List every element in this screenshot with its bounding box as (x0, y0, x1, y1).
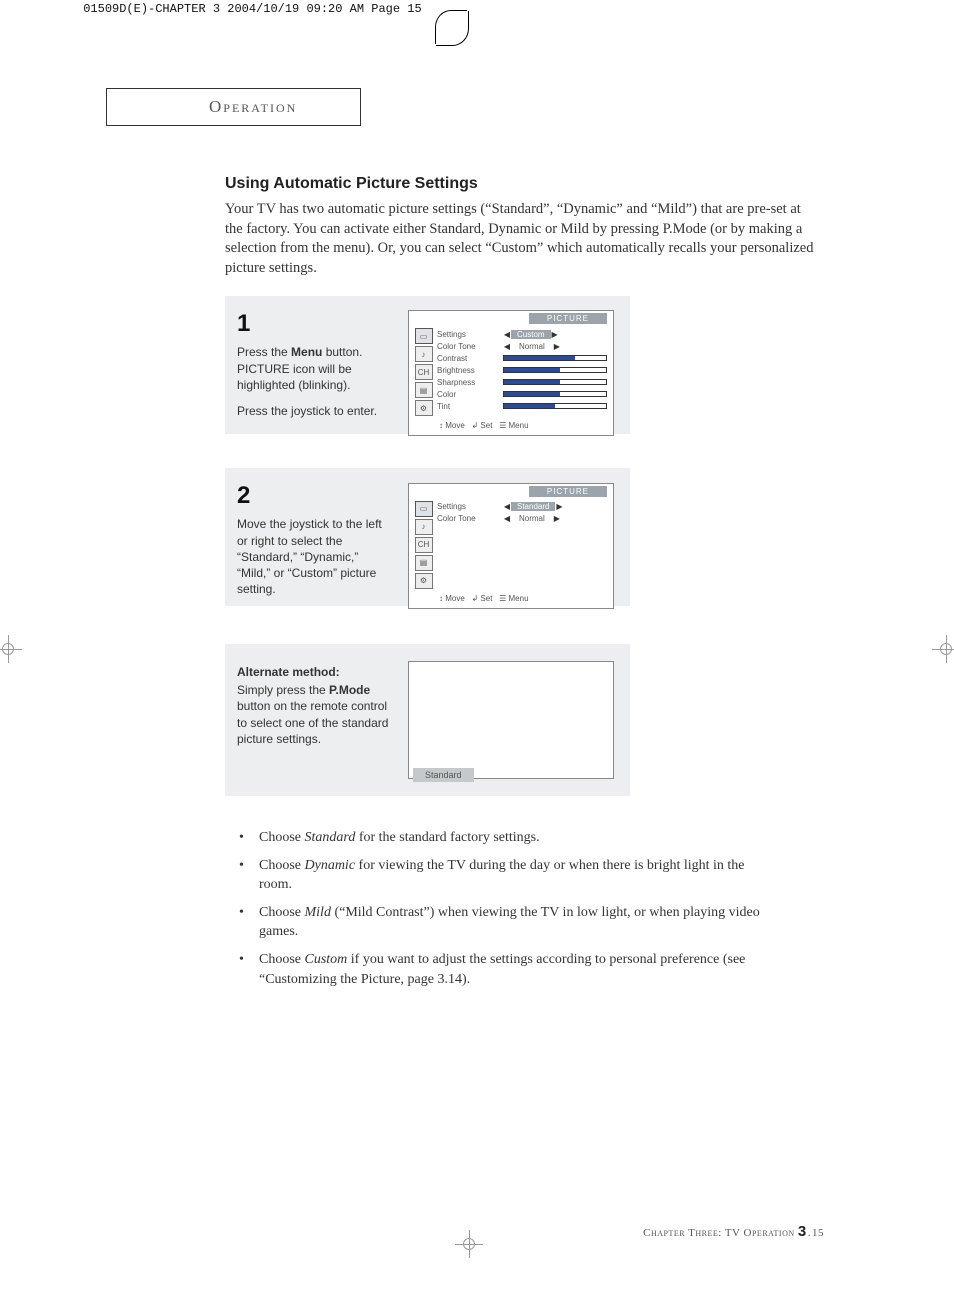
osd-foot-menu: Menu (509, 594, 529, 603)
osd-title: PICTURE (529, 313, 607, 324)
arrow-right-icon: ▶ (551, 330, 559, 339)
print-header-text: 01509D(E)-CHAPTER 3 2004/10/19 09:20 AM … (83, 2, 421, 16)
standard-chip: Standard (413, 768, 474, 782)
osd-sharpness-label: Sharpness (437, 378, 503, 387)
osd-foot-move: Move (445, 421, 465, 430)
alt-text-c: button on the remote control to select o… (237, 699, 388, 745)
bullet-dynamic: Choose Dynamic for viewing the TV during… (225, 856, 780, 895)
arrow-right-icon: ▶ (555, 502, 563, 511)
alt-text-a: Simply press the (237, 683, 329, 697)
updown-icon: ↕ (439, 421, 443, 430)
alt-pmode-bold: P.Mode (329, 683, 370, 697)
fold-mark (435, 10, 467, 44)
bullet-list: Choose Standard for the standard factory… (225, 828, 780, 997)
arrow-right-icon: ▶ (553, 342, 561, 351)
channel-icon: CH (415, 364, 433, 380)
updown-icon: ↕ (439, 594, 443, 603)
osd-settings-value: Standard (511, 502, 555, 511)
section-title-box: Operation (106, 88, 361, 126)
bullet-mild: Choose Mild (“Mild Contrast”) when viewi… (225, 903, 780, 942)
osd-tint-label: Tint (437, 402, 503, 411)
channel-icon: CH (415, 537, 433, 553)
step-2-number: 2 (237, 480, 390, 512)
step-2-card: 2 Move the joystick to the left or right… (225, 468, 630, 606)
page-footer: Chapter Three: TV Operation 3.15 (643, 1223, 824, 1240)
picture-icon: ▭ (415, 328, 433, 344)
step2-text: Move the joystick to the left or right t… (237, 516, 390, 597)
footer-page-minor: 15 (812, 1227, 824, 1239)
arrow-left-icon: ◀ (503, 502, 511, 511)
step-1-text: 1 Press the Menu button. PICTURE icon wi… (225, 296, 400, 450)
b4a: Choose (259, 952, 305, 967)
osd-settings-label: Settings (437, 330, 503, 339)
osd-color-label: Color (437, 390, 503, 399)
sound-icon: ♪ (415, 519, 433, 535)
osd-foot-move: Move (445, 594, 465, 603)
alternate-text: Alternate method: Simply press the P.Mod… (225, 644, 400, 796)
osd-footer: ↕ Move ↲ Set ☰ Menu (409, 591, 613, 608)
step1-menu-bold: Menu (291, 345, 322, 359)
footer-dot: . (808, 1227, 811, 1239)
osd-brightness-label: Brightness (437, 366, 503, 375)
sound-icon: ♪ (415, 346, 433, 362)
osd-foot-set: Set (480, 421, 492, 430)
picture-icon: ▭ (415, 501, 433, 517)
menu-icon: ☰ (499, 594, 506, 603)
osd-title: PICTURE (529, 486, 607, 497)
registration-mark-bottom (455, 1230, 483, 1258)
step-1-number: 1 (237, 308, 390, 340)
step1-text-a: Press the (237, 345, 291, 359)
step-2-text: 2 Move the joystick to the left or right… (225, 468, 400, 623)
arrow-left-icon: ◀ (503, 342, 511, 351)
alternate-title: Alternate method: (237, 664, 390, 680)
step-1-card: 1 Press the Menu button. PICTURE icon wi… (225, 296, 630, 434)
osd-colortone-label: Color Tone (437, 342, 503, 351)
osd-foot-menu: Menu (509, 421, 529, 430)
osd-settings-value: Custom (511, 330, 551, 339)
registration-mark-left (0, 635, 22, 663)
setup-icon: ⚙ (415, 573, 433, 589)
osd-foot-set: Set (480, 594, 492, 603)
arrow-left-icon: ◀ (503, 330, 511, 339)
osd-colortone-value: Normal (511, 342, 553, 351)
menu-icon: ☰ (499, 421, 506, 430)
osd-icon-column: ▭ ♪ CH ▤ ⚙ (409, 326, 435, 418)
osd-contrast-label: Contrast (437, 354, 503, 363)
page-heading: Using Automatic Picture Settings (225, 175, 785, 193)
section-title: Operation (209, 97, 297, 117)
registration-mark-right (932, 635, 954, 663)
bullet-custom: Choose Custom if you want to adjust the … (225, 950, 780, 989)
function-icon: ▤ (415, 382, 433, 398)
enter-icon: ↲ (471, 594, 478, 603)
enter-icon: ↲ (471, 421, 478, 430)
b4i: Custom (305, 952, 348, 967)
b2a: Choose (259, 858, 305, 873)
footer-label: Chapter Three: TV Operation (643, 1227, 798, 1239)
b1b: for the standard factory settings. (355, 830, 539, 845)
print-header: 01509D(E)-CHAPTER 3 2004/10/19 09:20 AM … (0, 0, 954, 18)
function-icon: ▤ (415, 555, 433, 571)
intro-paragraph: Your TV has two automatic picture settin… (225, 200, 820, 278)
footer-page-major: 3 (798, 1223, 807, 1240)
osd-icon-column: ▭ ♪ CH ▤ ⚙ (409, 499, 435, 591)
arrow-right-icon: ▶ (553, 514, 561, 523)
step1-text-2: Press the joystick to enter. (237, 403, 390, 419)
osd-colortone-value: Normal (511, 514, 553, 523)
osd-footer: ↕ Move ↲ Set ☰ Menu (409, 418, 613, 435)
b1a: Choose (259, 830, 305, 845)
osd-settings-label: Settings (437, 502, 503, 511)
osd-colortone-label: Color Tone (437, 514, 503, 523)
b3a: Choose (259, 905, 305, 920)
b3b: (“Mild Contrast”) when viewing the TV in… (259, 905, 760, 940)
b3i: Mild (305, 905, 331, 920)
bullet-standard: Choose Standard for the standard factory… (225, 828, 780, 848)
arrow-left-icon: ◀ (503, 514, 511, 523)
step-2-osd: PICTURE ▭ ♪ CH ▤ ⚙ Settings◀Standard▶ Co… (400, 468, 630, 623)
alternate-method-card: Alternate method: Simply press the P.Mod… (225, 644, 630, 796)
b1i: Standard (305, 830, 356, 845)
b2i: Dynamic (305, 858, 356, 873)
setup-icon: ⚙ (415, 400, 433, 416)
step-1-osd: PICTURE ▭ ♪ CH ▤ ⚙ Settings◀Custom▶ Colo… (400, 296, 630, 450)
